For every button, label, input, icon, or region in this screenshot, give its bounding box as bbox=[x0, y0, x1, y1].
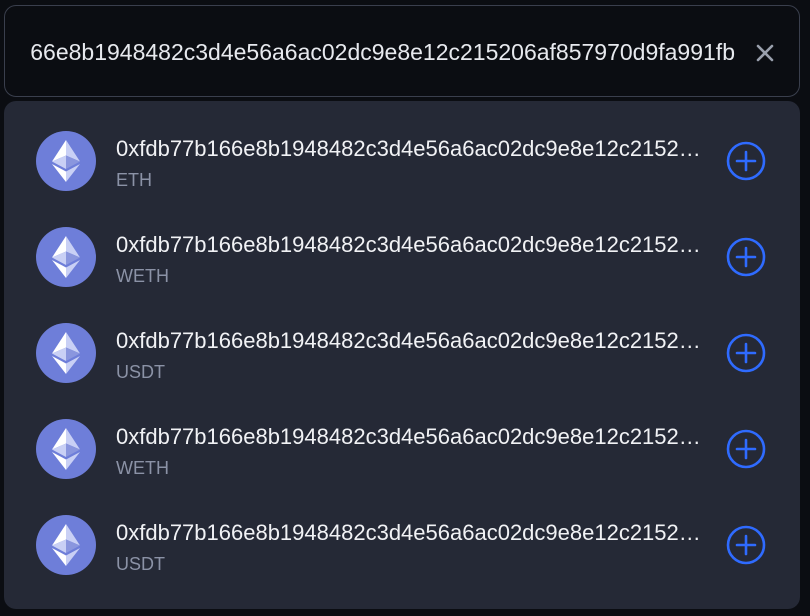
token-result-row[interactable]: 0xfdb77b166e8b1948482c3d4e56a6ac02dc9e8e… bbox=[4, 497, 800, 593]
token-result-row[interactable]: 0xfdb77b166e8b1948482c3d4e56a6ac02dc9e8e… bbox=[4, 113, 800, 209]
results-list: 0xfdb77b166e8b1948482c3d4e56a6ac02dc9e8e… bbox=[4, 101, 800, 609]
token-symbol: WETH bbox=[116, 458, 169, 478]
token-address: 0xfdb77b166e8b1948482c3d4e56a6ac02dc9e8e… bbox=[116, 136, 706, 161]
token-result-row[interactable]: 0xfdb77b166e8b1948482c3d4e56a6ac02dc9e8e… bbox=[4, 209, 800, 305]
token-symbol: USDT bbox=[116, 554, 165, 574]
ethereum-icon bbox=[36, 131, 96, 191]
ethereum-icon bbox=[36, 227, 96, 287]
search-input[interactable] bbox=[31, 36, 735, 68]
token-address: 0xfdb77b166e8b1948482c3d4e56a6ac02dc9e8e… bbox=[116, 520, 706, 545]
token-address: 0xfdb77b166e8b1948482c3d4e56a6ac02dc9e8e… bbox=[116, 328, 706, 353]
add-token-button[interactable] bbox=[726, 429, 766, 469]
add-token-button[interactable] bbox=[726, 333, 766, 373]
token-address: 0xfdb77b166e8b1948482c3d4e56a6ac02dc9e8e… bbox=[116, 424, 706, 449]
token-symbol: ETH bbox=[116, 170, 152, 190]
ethereum-icon bbox=[36, 419, 96, 479]
add-token-button[interactable] bbox=[726, 525, 766, 565]
close-icon[interactable] bbox=[754, 42, 776, 64]
token-result-row[interactable]: 0xfdb77b166e8b1948482c3d4e56a6ac02dc9e8e… bbox=[4, 401, 800, 497]
ethereum-icon bbox=[36, 323, 96, 383]
token-symbol: USDT bbox=[116, 362, 165, 382]
search-box bbox=[4, 5, 800, 97]
token-symbol: WETH bbox=[116, 266, 169, 286]
token-address: 0xfdb77b166e8b1948482c3d4e56a6ac02dc9e8e… bbox=[116, 232, 706, 257]
add-token-button[interactable] bbox=[726, 237, 766, 277]
ethereum-icon bbox=[36, 515, 96, 575]
token-result-row[interactable]: 0xfdb77b166e8b1948482c3d4e56a6ac02dc9e8e… bbox=[4, 305, 800, 401]
add-token-button[interactable] bbox=[726, 141, 766, 181]
